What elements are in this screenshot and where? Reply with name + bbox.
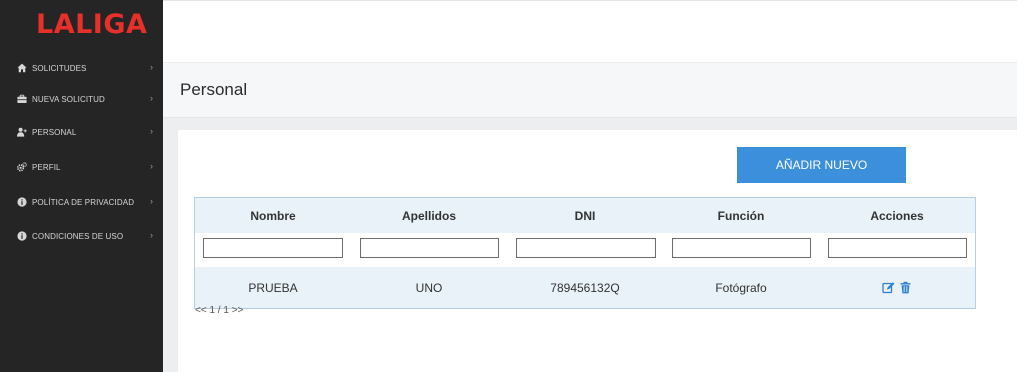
filter-row (195, 233, 975, 267)
cell-apellidos: UNO (415, 280, 443, 295)
pagination[interactable]: << 1 / 1 >> (195, 305, 243, 316)
column-header-funcion[interactable]: Función (663, 198, 819, 233)
column-header-apellidos[interactable]: Apellidos (351, 198, 507, 233)
filter-acciones-input[interactable] (828, 238, 967, 258)
chevron-right-icon: › (150, 126, 153, 136)
chevron-right-icon: › (150, 230, 153, 240)
page-title: Personal (180, 80, 248, 99)
cell-nombre: PRUEBA (248, 280, 298, 295)
info-icon (17, 231, 27, 241)
trash-icon[interactable] (899, 281, 912, 294)
sidebar-item-label: POLÍTICA DE PRIVACIDAD (32, 197, 135, 207)
add-new-button[interactable]: AÑADIR NUEVO (737, 147, 906, 183)
briefcase-icon (17, 94, 27, 104)
sidebar-item-label: PERSONAL (32, 127, 77, 137)
page-header: Personal (163, 62, 1017, 118)
personal-table: Nombre Apellidos DNI Función Acciones PR… (194, 197, 976, 309)
chevron-right-icon: › (150, 196, 153, 206)
column-header-nombre[interactable]: Nombre (195, 198, 351, 233)
sidebar-item-condiciones-uso[interactable]: CONDICIONES DE USO › (0, 226, 163, 246)
users-icon (17, 127, 27, 137)
laliga-logo[interactable]: LALIGA (36, 9, 147, 40)
filter-funcion-input[interactable] (672, 238, 811, 258)
chevron-right-icon: › (150, 161, 153, 171)
sidebar-item-solicitudes[interactable]: SOLICITUDES › (0, 58, 163, 78)
sidebar-item-label: CONDICIONES DE USO (32, 231, 124, 241)
cell-dni: 789456132Q (550, 280, 620, 295)
filter-apellidos-input[interactable] (360, 238, 499, 258)
chevron-right-icon: › (150, 93, 153, 103)
sidebar-item-label: SOLICITUDES (32, 63, 87, 73)
home-icon (17, 63, 27, 73)
sidebar-item-label: NUEVA SOLICITUD (32, 94, 105, 104)
sidebar-item-nueva-solicitud[interactable]: NUEVA SOLICITUD › (0, 89, 163, 109)
filter-nombre-input[interactable] (203, 238, 343, 258)
sidebar-item-personal[interactable]: PERSONAL › (0, 122, 163, 142)
table-row: PRUEBA UNO 789456132Q Fotógrafo (195, 267, 975, 308)
cell-acciones (819, 267, 975, 308)
cell-funcion: Fotógrafo (715, 280, 767, 295)
chevron-right-icon: › (150, 62, 153, 72)
info-icon (17, 197, 27, 207)
sidebar-item-politica-privacidad[interactable]: POLÍTICA DE PRIVACIDAD › (0, 192, 163, 212)
column-header-dni[interactable]: DNI (507, 198, 663, 233)
edit-icon[interactable] (882, 281, 895, 294)
column-header-acciones: Acciones (870, 208, 924, 223)
sidebar-item-label: PERFIL (32, 162, 61, 172)
gears-icon (17, 162, 27, 172)
filter-dni-input[interactable] (516, 238, 656, 258)
top-bar (163, 0, 1017, 62)
table-header: Nombre Apellidos DNI Función Acciones (195, 198, 975, 233)
sidebar: LALIGA SOLICITUDES › NUEVA SOLICITUD › P… (0, 0, 163, 372)
sidebar-item-perfil[interactable]: PERFIL › (0, 157, 163, 177)
